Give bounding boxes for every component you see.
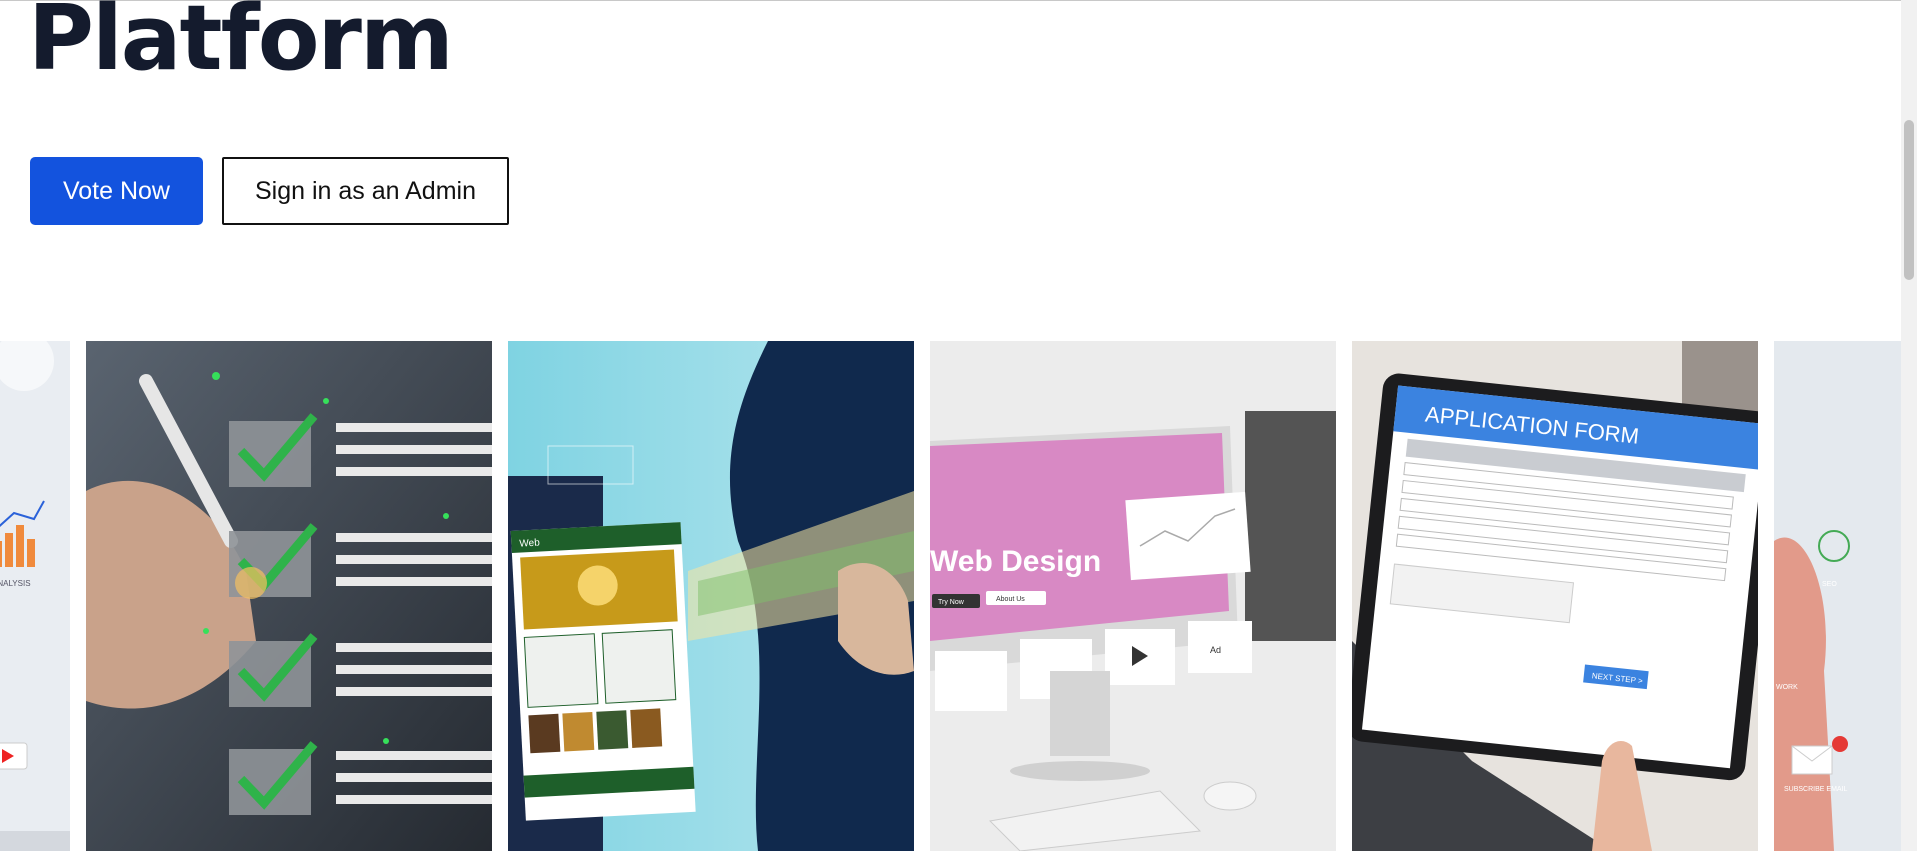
web-brand-label: Web	[519, 537, 540, 549]
scrollbar-thumb[interactable]	[1904, 120, 1914, 280]
page-title: Platform	[28, 0, 454, 91]
carousel-image-analytics: ANALYSIS	[0, 341, 70, 851]
try-now-label: Try Now	[938, 599, 965, 606]
vote-now-button[interactable]: Vote Now	[30, 157, 203, 225]
about-us-label: About Us	[996, 596, 1025, 603]
subscribe-email-label: SUBSCRIBE EMAIL	[1784, 786, 1848, 793]
web-design-heading: Web Design	[930, 545, 1101, 578]
ad-label: Ad	[1210, 645, 1221, 655]
carousel-image-web-design: Web Design Try Now About Us Ad	[930, 341, 1336, 851]
seo-label: SEO	[1822, 581, 1837, 588]
carousel-image-application-form: APPLICATION FORM NEXT STEP >	[1352, 341, 1758, 851]
work-label: WORK	[1776, 684, 1798, 691]
vertical-scrollbar[interactable]	[1901, 0, 1917, 851]
carousel-image-checklist	[86, 341, 492, 851]
carousel-image-website-screens: Web	[508, 341, 914, 851]
image-carousel[interactable]: ANALYSIS	[0, 341, 1901, 851]
admin-sign-in-button[interactable]: Sign in as an Admin	[222, 157, 509, 225]
carousel-image-digital-marketing: SEO WORK SUBSCRIBE EMAIL	[1774, 341, 1901, 851]
analysis-label: ANALYSIS	[0, 579, 31, 588]
